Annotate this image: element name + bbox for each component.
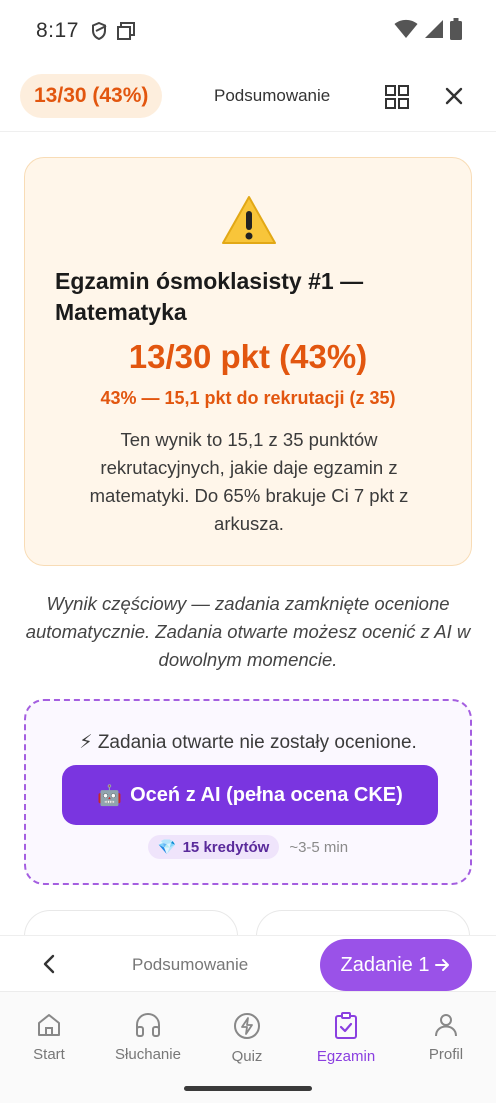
- exam-navigation: Podsumowanie Zadanie 1: [0, 935, 496, 991]
- shield-icon: [91, 22, 107, 40]
- screen-icon: [116, 22, 135, 40]
- tab-listening[interactable]: Słuchanie: [98, 1012, 198, 1063]
- result-card: Egzamin ósmoklasisty #1 — Matematyka 13/…: [24, 157, 472, 566]
- person-icon: [435, 1014, 457, 1037]
- exam-score: 13/30 pkt (43%): [128, 338, 368, 375]
- tab-profile[interactable]: Profil: [396, 1012, 496, 1063]
- warning-icon: [222, 196, 276, 244]
- tab-start-label: Start: [33, 1046, 65, 1063]
- score-pill[interactable]: 13/30 (43%): [20, 74, 163, 118]
- lightning-icon: [234, 1013, 260, 1039]
- summary-link[interactable]: Podsumowanie: [214, 86, 330, 106]
- diamond-icon: 💎: [157, 839, 177, 856]
- grade-with-ai-label: Oceń z AI (pełna ocena CKE): [130, 783, 403, 806]
- home-indicator[interactable]: [184, 1086, 312, 1091]
- next-task-label: Zadanie 1: [340, 953, 430, 976]
- arrow-right-icon: [435, 959, 450, 971]
- tab-start[interactable]: Start: [0, 1012, 99, 1063]
- ai-grading-card: ⚡ Zadania otwarte nie zostały ocenione. …: [24, 699, 472, 885]
- result-description: Ten wynik to 15,1 z 35 punktów rekrutacy…: [89, 429, 409, 534]
- cellular-icon: [425, 20, 443, 38]
- robot-icon: 🤖: [97, 784, 123, 807]
- headphones-icon: [136, 1012, 160, 1037]
- tab-profile-label: Profil: [428, 1046, 464, 1063]
- time-estimate: ~3-5 min: [289, 838, 349, 856]
- nav-summary-link[interactable]: Podsumowanie: [132, 955, 248, 975]
- battery-icon: [450, 18, 462, 40]
- next-task-button[interactable]: Zadanie 1: [320, 939, 472, 991]
- grade-with-ai-button[interactable]: 🤖 Oceń z AI (pełna ocena CKE): [62, 765, 438, 825]
- credits-label: 15 kredytów: [182, 838, 270, 856]
- exam-title: Egzamin ósmoklasisty #1 — Matematyka: [55, 268, 364, 325]
- credits-badge: 💎 15 kredytów: [147, 835, 280, 859]
- tab-listening-label: Słuchanie: [115, 1046, 181, 1063]
- exam-header: 13/30 (43%) Podsumowanie: [0, 62, 496, 132]
- exam-check-icon: [335, 1012, 357, 1039]
- bottom-tab-bar: Start Słuchanie Quiz Egzamin Profil: [0, 991, 496, 1103]
- status-time: 8:17: [36, 19, 79, 42]
- close-icon[interactable]: [442, 84, 466, 108]
- credits-row: 💎 15 kredytów ~3-5 min: [26, 835, 470, 859]
- status-bar: 8:17: [0, 0, 496, 62]
- tab-exam-label: Egzamin: [316, 1048, 376, 1065]
- chevron-left-icon[interactable]: [38, 952, 62, 976]
- tab-exam[interactable]: Egzamin: [296, 1012, 396, 1065]
- grid-icon[interactable]: [384, 84, 410, 110]
- tab-quiz-label: Quiz: [231, 1048, 263, 1065]
- recruitment-points: 43% — 15,1 pkt do rekrutacji (z 35): [100, 388, 396, 408]
- open-tasks-status: ⚡ Zadania otwarte nie zostały ocenione.: [79, 732, 417, 753]
- home-icon: [38, 1014, 60, 1036]
- wifi-icon: [394, 19, 418, 38]
- partial-result-note: Wynik częściowy — zadania zamknięte ocen…: [25, 593, 471, 670]
- tab-quiz[interactable]: Quiz: [197, 1012, 297, 1065]
